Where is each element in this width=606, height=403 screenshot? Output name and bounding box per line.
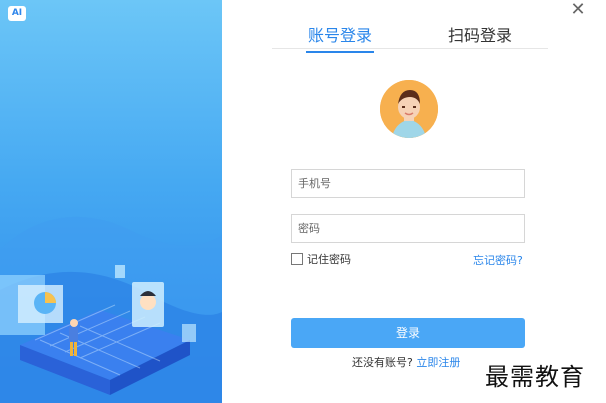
- avatar-illustration: [380, 80, 438, 138]
- forgot-password-link[interactable]: 忘记密码?: [473, 252, 523, 268]
- illustration-panel: AI: [0, 0, 222, 403]
- remember-password-label: 记住密码: [307, 253, 351, 266]
- remember-password-checkbox[interactable]: 记住密码: [291, 251, 351, 267]
- login-panel: ✕ 账号登录 扫码登录 手机号 密码 记住密码 忘记密码? 登录 还没有账号? …: [222, 0, 606, 403]
- checkbox-icon[interactable]: [291, 253, 303, 265]
- tab-account-login[interactable]: 账号登录: [305, 22, 375, 53]
- register-prompt: 还没有账号? 立即注册: [352, 354, 460, 370]
- no-account-text: 还没有账号?: [352, 356, 413, 369]
- watermark: 最需教育: [485, 363, 585, 391]
- register-link[interactable]: 立即注册: [416, 356, 460, 369]
- phone-input[interactable]: 手机号: [291, 169, 525, 198]
- avatar: [380, 80, 438, 138]
- login-tabs: 账号登录 扫码登录: [272, 20, 548, 53]
- password-input[interactable]: 密码: [291, 214, 525, 243]
- login-illustration: [0, 216, 222, 403]
- app-logo: AI: [8, 6, 26, 21]
- tab-scan-login[interactable]: 扫码登录: [448, 22, 512, 46]
- login-button[interactable]: 登录: [291, 318, 525, 348]
- login-window: AI ✕ 账号登录 扫码登录 手机号 密码 记住密码 忘记密码? 登录 还没有账…: [0, 0, 606, 403]
- close-icon[interactable]: ✕: [568, 0, 588, 20]
